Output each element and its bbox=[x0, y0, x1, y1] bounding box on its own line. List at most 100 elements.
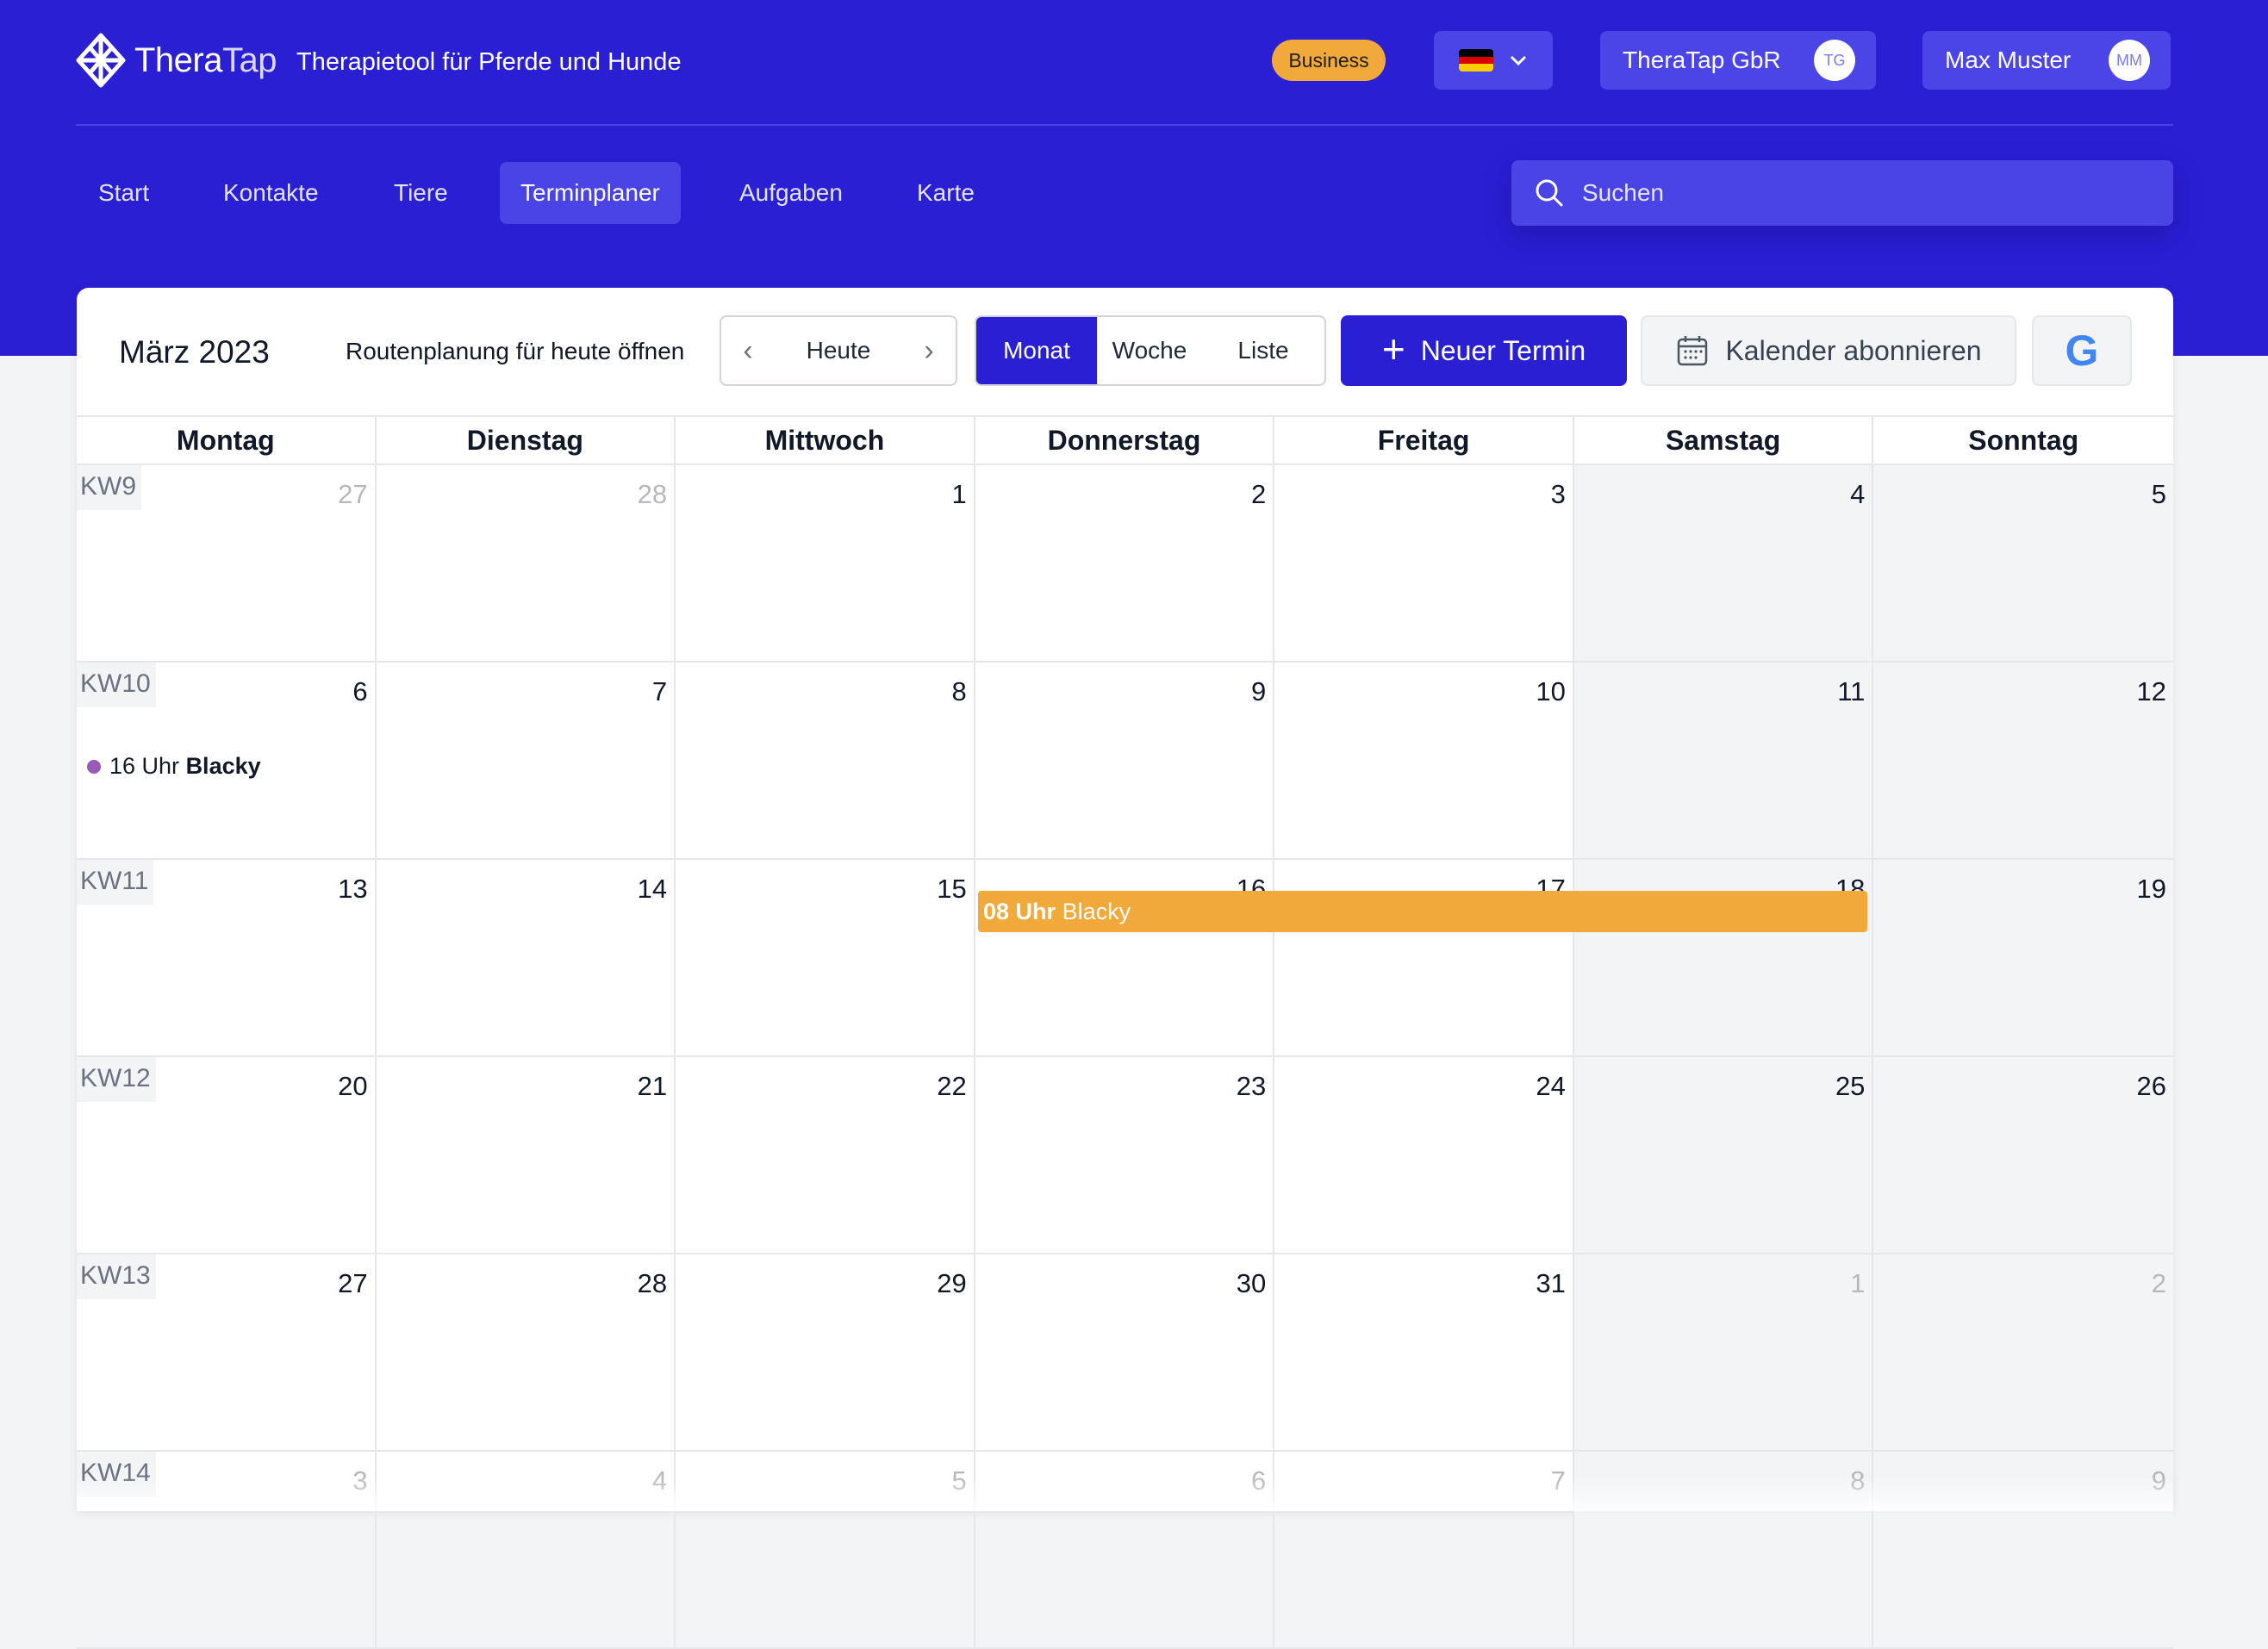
week-number: KW11 bbox=[77, 860, 154, 905]
day-cell[interactable]: 25 bbox=[1573, 1057, 1874, 1253]
nav-kontakte[interactable]: Kontakte bbox=[202, 162, 340, 224]
nav-tiere[interactable]: Tiere bbox=[373, 162, 469, 224]
week-rows: KW9 27 28 1 2 3 4 5 KW10 6 7 8 9 10 11 12 KW11 13 14 15 16 17… bbox=[77, 465, 2173, 1649]
day-number: 13 bbox=[338, 874, 368, 904]
day-cell[interactable]: 2 bbox=[1873, 1254, 2173, 1450]
day-cell[interactable]: 8 bbox=[676, 663, 975, 858]
view-list-button[interactable]: Liste bbox=[1202, 317, 1324, 384]
day-number: 5 bbox=[2151, 479, 2166, 509]
event-title: Blacky bbox=[185, 753, 261, 779]
subscribe-calendar-label: Kalender abonnieren bbox=[1725, 334, 1982, 366]
day-cell[interactable]: 21 bbox=[377, 1057, 676, 1253]
day-number: 31 bbox=[1536, 1268, 1566, 1298]
day-cell[interactable]: 28 bbox=[377, 465, 676, 661]
day-cell[interactable]: 29 bbox=[676, 1254, 975, 1450]
chevron-left-icon[interactable]: ‹ bbox=[735, 334, 761, 368]
today-button[interactable]: Heute bbox=[807, 337, 871, 364]
day-number: 4 bbox=[1850, 479, 1866, 509]
day-cell[interactable]: 15 bbox=[676, 860, 975, 1055]
date-navigation: ‹ Heute › bbox=[720, 315, 957, 386]
plus-icon: + bbox=[1381, 327, 1405, 371]
day-cell[interactable]: 22 bbox=[676, 1057, 975, 1253]
day-cell[interactable]: 9 bbox=[975, 663, 1275, 858]
user-menu[interactable]: Max Muster MM bbox=[1922, 31, 2171, 90]
chevron-right-icon[interactable]: › bbox=[916, 334, 942, 368]
month-grid: Montag Dienstag Mittwoch Donnerstag Frei… bbox=[77, 415, 2173, 1649]
day-cell[interactable]: 7 bbox=[377, 663, 676, 858]
view-switcher: Monat Woche Liste bbox=[975, 315, 1326, 386]
route-planning-link[interactable]: Routenplanung für heute öffnen bbox=[346, 338, 684, 365]
day-cell[interactable]: 31 bbox=[1274, 1254, 1574, 1450]
day-cell[interactable]: 12 bbox=[1873, 663, 2173, 858]
week-row: KW10 6 7 8 9 10 11 12 bbox=[77, 663, 2173, 860]
search-input[interactable]: Suchen bbox=[1511, 160, 2173, 226]
event-bar-item[interactable]: 08 Uhr Blacky bbox=[978, 891, 1867, 932]
day-cell[interactable]: 24 bbox=[1274, 1057, 1574, 1253]
day-cell[interactable]: KW12 20 bbox=[77, 1057, 377, 1253]
day-cell[interactable]: 23 bbox=[975, 1057, 1275, 1253]
weekday-wednesday: Mittwoch bbox=[676, 417, 975, 464]
google-icon: G bbox=[2065, 327, 2099, 375]
day-cell[interactable]: 2 bbox=[975, 465, 1275, 661]
day-cell[interactable]: 16 bbox=[975, 860, 1275, 1055]
plan-badge: Business bbox=[1272, 40, 1386, 81]
day-cell[interactable]: 10 bbox=[1274, 663, 1574, 858]
day-cell[interactable]: 1 bbox=[676, 465, 975, 661]
day-cell[interactable]: 4 bbox=[1573, 465, 1874, 661]
day-cell[interactable]: 18 bbox=[1573, 860, 1874, 1055]
day-cell[interactable]: 19 bbox=[1873, 860, 2173, 1055]
week-number: KW13 bbox=[77, 1254, 156, 1299]
day-cell[interactable]: 3 bbox=[1274, 465, 1574, 661]
nav-aufgaben[interactable]: Aufgaben bbox=[719, 162, 863, 224]
user-avatar: MM bbox=[2109, 40, 2150, 81]
day-cell[interactable]: 26 bbox=[1873, 1057, 2173, 1253]
day-number: 22 bbox=[937, 1071, 967, 1101]
day-number: 10 bbox=[1536, 676, 1566, 706]
event-dot-item[interactable]: 16 Uhr Blacky bbox=[87, 753, 261, 780]
day-number: 23 bbox=[1236, 1071, 1267, 1101]
day-number: 3 bbox=[1550, 479, 1566, 509]
language-selector[interactable] bbox=[1434, 31, 1553, 90]
day-number: 2 bbox=[2151, 1268, 2166, 1298]
day-number: 29 bbox=[937, 1268, 967, 1298]
day-number: 26 bbox=[2136, 1071, 2166, 1101]
weekday-saturday: Samstag bbox=[1574, 417, 1874, 464]
search-placeholder: Suchen bbox=[1582, 179, 1664, 206]
theratap-logo-icon bbox=[76, 33, 126, 88]
new-appointment-label: Neuer Termin bbox=[1420, 334, 1586, 366]
day-number: 27 bbox=[338, 479, 368, 509]
search-icon bbox=[1536, 179, 1563, 207]
week-number: KW9 bbox=[77, 465, 142, 510]
day-number: 20 bbox=[338, 1071, 368, 1101]
calendar-icon bbox=[1678, 336, 1708, 366]
day-cell[interactable]: 30 bbox=[975, 1254, 1275, 1450]
day-number: 7 bbox=[651, 676, 668, 706]
day-cell[interactable]: 5 bbox=[1873, 465, 2173, 661]
view-month-button[interactable]: Monat bbox=[976, 317, 1097, 384]
day-cell[interactable]: KW9 27 bbox=[77, 465, 377, 661]
company-switcher[interactable]: TheraTap GbR TG bbox=[1600, 31, 1876, 90]
company-avatar: TG bbox=[1814, 40, 1855, 81]
day-cell[interactable]: 11 bbox=[1573, 663, 1874, 858]
nav-start[interactable]: Start bbox=[78, 162, 170, 224]
day-cell[interactable]: 28 bbox=[377, 1254, 676, 1450]
day-number: 19 bbox=[2136, 874, 2166, 904]
day-cell[interactable]: KW13 27 bbox=[77, 1254, 377, 1450]
day-number: 27 bbox=[338, 1268, 368, 1298]
day-cell[interactable]: 1 bbox=[1573, 1254, 1874, 1450]
day-cell[interactable]: 14 bbox=[377, 860, 676, 1055]
nav-terminplaner[interactable]: Terminplaner bbox=[500, 162, 681, 224]
new-appointment-button[interactable]: + Neuer Termin bbox=[1341, 315, 1627, 386]
view-week-button[interactable]: Woche bbox=[1097, 317, 1202, 384]
day-number: 15 bbox=[937, 874, 967, 904]
weekday-monday: Montag bbox=[77, 417, 377, 464]
app-logo[interactable]: TheraTap bbox=[76, 33, 277, 88]
nav-karte[interactable]: Karte bbox=[896, 162, 995, 224]
google-sync-button[interactable]: G bbox=[2032, 315, 2132, 386]
event-title: Blacky bbox=[1062, 898, 1131, 924]
day-cell[interactable]: KW11 13 bbox=[77, 860, 377, 1055]
day-cell[interactable]: 17 bbox=[1274, 860, 1574, 1055]
weekday-friday: Freitag bbox=[1274, 417, 1574, 464]
day-number: 8 bbox=[951, 676, 967, 706]
subscribe-calendar-button[interactable]: Kalender abonnieren bbox=[1641, 315, 2016, 386]
